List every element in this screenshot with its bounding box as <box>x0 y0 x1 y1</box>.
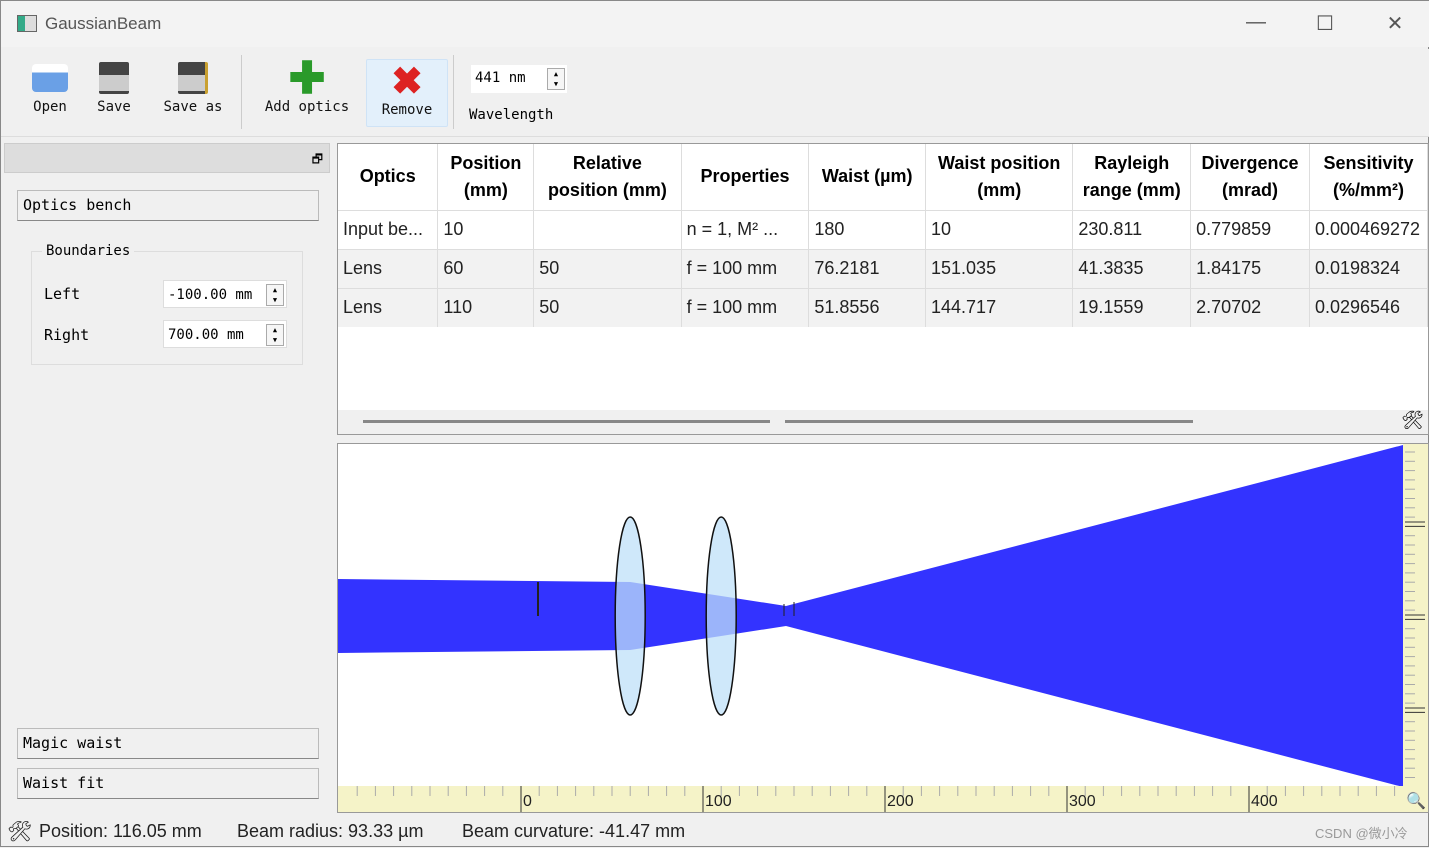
col-properties[interactable]: Properties <box>681 144 810 210</box>
cell[interactable]: Lens <box>338 287 439 327</box>
cell[interactable]: 0.0198324 <box>1309 248 1429 288</box>
beam-plot[interactable]: 0 100 200 300 400 🔍 <box>337 443 1429 813</box>
close-button[interactable]: ✕ <box>1380 11 1410 36</box>
zoom-icon: 🔍 <box>1406 790 1426 810</box>
col-position[interactable]: Position (mm) <box>437 144 535 210</box>
cell[interactable]: 1.84175 <box>1190 248 1310 288</box>
cell[interactable]: n = 1, M² ... <box>681 209 810 249</box>
tools-icon[interactable]: 🛠 <box>1401 410 1424 431</box>
x-tick-label: 100 <box>705 793 732 810</box>
cell[interactable]: 60 <box>437 248 535 288</box>
cell[interactable]: Lens <box>338 248 439 288</box>
cell[interactable]: 0.0296546 <box>1309 287 1429 327</box>
add-optics-button[interactable]: ✚ Add optics <box>257 53 357 127</box>
spin-arrows-icon[interactable]: ▲ ▼ <box>266 324 284 346</box>
cell[interactable]: 10 <box>437 209 535 249</box>
save-button[interactable]: Save <box>91 57 137 127</box>
left-label: Left <box>44 285 81 303</box>
table-row[interactable]: Input be... 10 n = 1, M² ... 180 10 230.811 0.… <box>338 209 1429 249</box>
cell[interactable]: f = 100 mm <box>681 248 810 288</box>
table-row[interactable]: Lens 60 50 f = 100 mm 76.2181 151.035 41.3835 1… <box>338 248 1429 288</box>
dock-header: 🗗 <box>4 143 330 173</box>
cell[interactable]: 2.70702 <box>1190 287 1310 327</box>
cell[interactable] <box>533 209 682 249</box>
cell[interactable]: 51.8556 <box>808 287 927 327</box>
col-optics[interactable]: Optics <box>338 144 439 210</box>
cell[interactable]: 230.811 <box>1072 209 1192 249</box>
cell[interactable]: f = 100 mm <box>681 287 810 327</box>
spin-arrows-icon[interactable]: ▲ ▼ <box>547 68 565 90</box>
beam-plot-svg[interactable]: 0 100 200 300 400 🔍 <box>338 444 1428 812</box>
open-button[interactable]: Open <box>25 57 75 127</box>
horizontal-scrollbar[interactable] <box>363 420 770 423</box>
floppy-pencil-icon <box>157 57 229 99</box>
wavelength-label: Wavelength <box>469 107 554 123</box>
cell[interactable]: 76.2181 <box>808 248 927 288</box>
cell[interactable]: 10 <box>925 209 1074 249</box>
right-label: Right <box>44 326 90 344</box>
magic-waist-button[interactable]: Magic waist <box>17 728 319 759</box>
status-beam-radius: Beam radius: 93.33 µm <box>237 821 424 841</box>
tools-icon: 🛠 <box>7 821 33 843</box>
cell[interactable]: 0.779859 <box>1190 209 1310 249</box>
floppy-icon <box>91 57 137 99</box>
col-relative-position[interactable]: Relative position (mm) <box>533 144 682 210</box>
minimize-button[interactable]: — <box>1241 11 1271 34</box>
cell[interactable]: 180 <box>808 209 927 249</box>
x-tick-label: 400 <box>1251 793 1278 810</box>
cell[interactable]: 50 <box>533 287 682 327</box>
x-tick-label: 200 <box>887 793 914 810</box>
spin-arrows-icon[interactable]: ▲ ▼ <box>266 284 284 306</box>
toolbar: Open Save Save as ✚ Add optics ✖ Remove 44… <box>1 49 1429 137</box>
y-ruler <box>1403 444 1428 812</box>
remove-button[interactable]: ✖ Remove <box>366 59 448 127</box>
plus-icon: ✚ <box>288 53 326 103</box>
cell[interactable]: 19.1559 <box>1072 287 1192 327</box>
table-header: Optics Position (mm) Relative position (… <box>338 144 1429 210</box>
cell[interactable]: 50 <box>533 248 682 288</box>
x-tick-label: 0 <box>523 793 532 810</box>
optics-bench-button[interactable]: Optics bench <box>17 190 319 221</box>
wavelength-spinbox[interactable]: 441 nm ▲ ▼ <box>471 65 567 93</box>
float-dock-icon[interactable]: 🗗 <box>312 150 323 171</box>
cell[interactable]: 151.035 <box>925 248 1074 288</box>
waist-fit-button[interactable]: Waist fit <box>17 768 319 799</box>
beam <box>338 445 1403 787</box>
title-bar: GaussianBeam — ☐ ✕ <box>1 1 1429 47</box>
left-panel: 🗗 Optics bench Boundaries Left -100.00 m… <box>4 143 330 813</box>
cell[interactable]: 144.717 <box>925 287 1074 327</box>
table-scroll-area: 🛠 <box>338 410 1428 434</box>
cell[interactable]: 41.3835 <box>1072 248 1192 288</box>
app-icon <box>17 15 37 32</box>
col-waist-position[interactable]: Waist position (mm) <box>925 144 1074 210</box>
cell[interactable]: 0.000469272 <box>1309 209 1429 249</box>
window-title: GaussianBeam <box>45 14 162 33</box>
printer-open-icon <box>25 57 75 99</box>
col-waist[interactable]: Waist (µm) <box>808 144 927 210</box>
optics-table: Optics Position (mm) Relative position (… <box>337 143 1429 435</box>
right-boundary-input[interactable]: 700.00 mm ▲ ▼ <box>163 320 287 348</box>
cell[interactable]: Input be... <box>338 209 439 249</box>
left-boundary-input[interactable]: -100.00 mm ▲ ▼ <box>163 280 287 308</box>
status-bar: 🛠 Position: 116.05 mm Beam radius: 93.33… <box>1 816 1429 848</box>
horizontal-scrollbar-track[interactable] <box>785 420 1193 423</box>
cell[interactable]: 110 <box>437 287 535 327</box>
col-rayleigh-range[interactable]: Rayleigh range (mm) <box>1072 144 1192 210</box>
x-tick-label: 300 <box>1069 793 1096 810</box>
x-icon: ✖ <box>391 60 423 103</box>
col-sensitivity[interactable]: Sensitivity (%/mm²) <box>1309 144 1429 210</box>
status-beam-curvature: Beam curvature: -41.47 mm <box>462 821 686 841</box>
maximize-button[interactable]: ☐ <box>1310 11 1340 36</box>
lens <box>705 516 737 716</box>
boundaries-label: Boundaries <box>42 243 135 259</box>
table-row[interactable]: Lens 110 50 f = 100 mm 51.8556 144.717 19.1559… <box>338 287 1429 327</box>
col-divergence[interactable]: Divergence (mrad) <box>1190 144 1310 210</box>
save-as-button[interactable]: Save as <box>157 57 229 127</box>
status-position: Position: 116.05 mm <box>39 821 202 841</box>
watermark: CSDN @微小冷 <box>1315 826 1408 841</box>
lens <box>614 516 646 716</box>
